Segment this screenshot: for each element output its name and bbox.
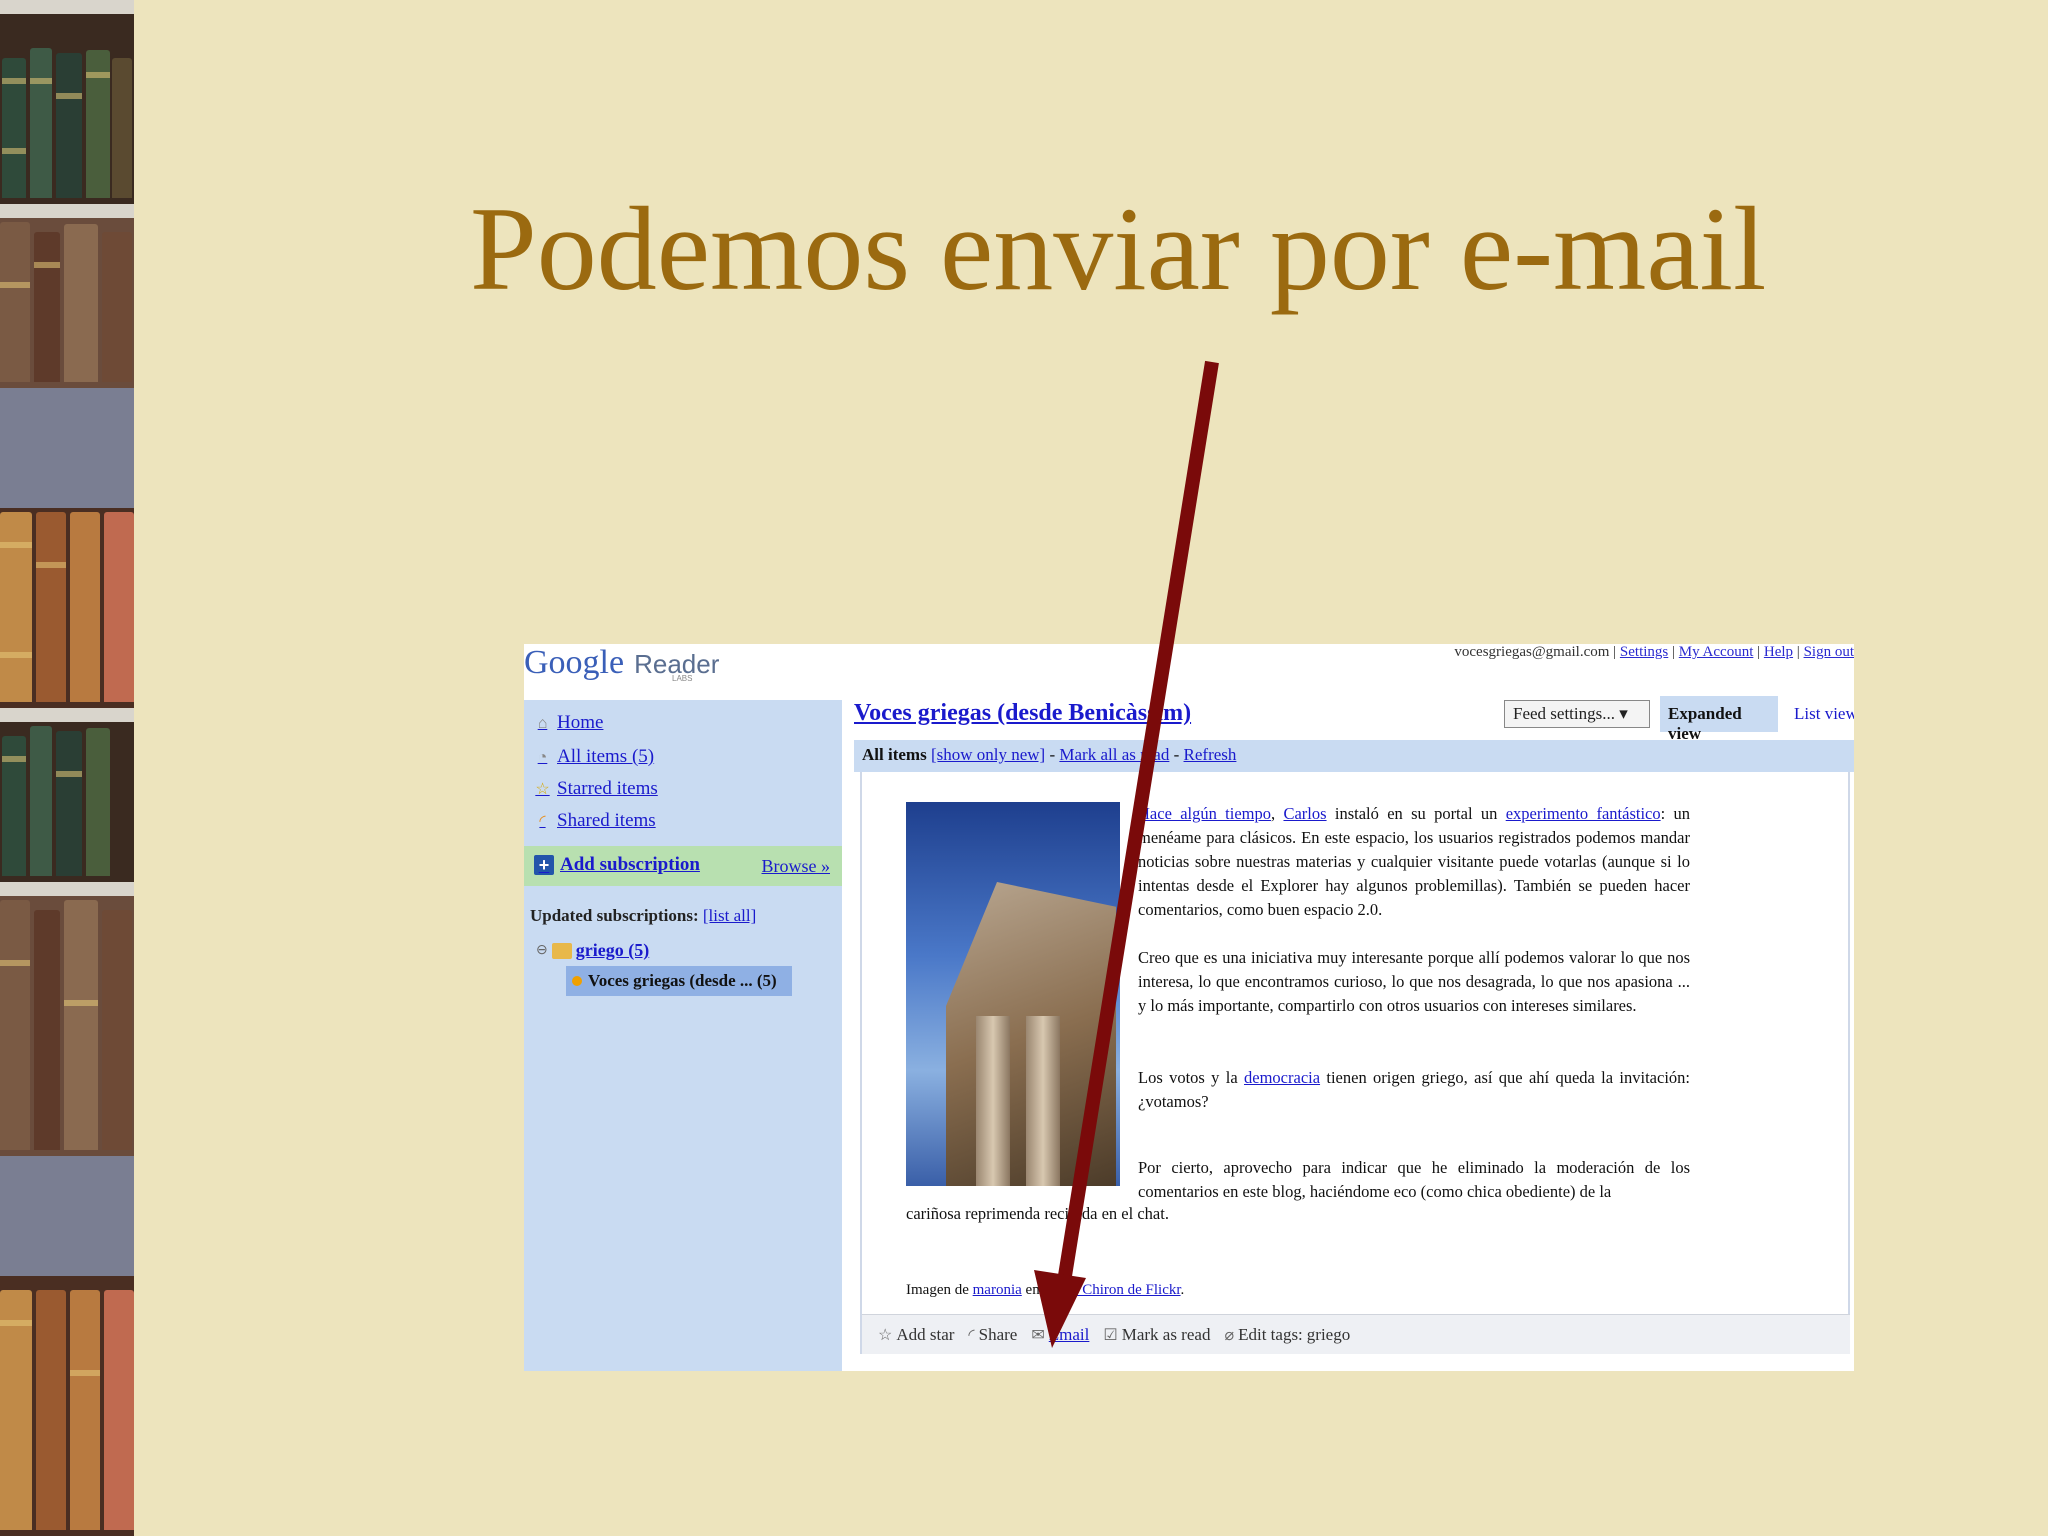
slide-title: Podemos enviar por e-mail [470,182,1767,315]
tab-list-view[interactable]: List view [1786,696,1854,732]
home-icon: ⌂ [537,714,548,732]
entry-paragraph-2: Creo que es una iniciativa muy interesan… [1138,948,1690,1015]
google-reader-logo: Google Reader LABS [524,644,720,683]
add-star-button[interactable]: ☆ Add star [878,1325,954,1345]
checkbox-icon: ☑ [1103,1326,1118,1344]
star-icon: ☆ [878,1326,893,1344]
feed-voces-griegas[interactable]: Voces griegas (desde ... (5) [566,966,792,996]
star-icon: ☆ [535,780,550,798]
add-subscription-button[interactable]: + Add subscription [534,854,700,876]
sign-out-link[interactable]: Sign out [1804,644,1854,660]
share-button[interactable]: ◜ Share [968,1325,1017,1345]
folder-griego[interactable]: ⊖ griego (5) [536,940,649,961]
share-icon: ◜ [968,1326,975,1344]
tab-expanded-view[interactable]: Expanded view [1660,696,1778,743]
entry-paragraph-4: Por cierto, aprovecho para indicar que h… [1138,1158,1690,1201]
sidebar: ⌂ Home ◔ All items (5) ☆ Starred items ◜ Sha… [524,700,842,1371]
refresh-link[interactable]: Refresh [1184,745,1237,764]
edit-tags-button[interactable]: ⌀ Edit tags: griego [1224,1325,1350,1345]
entry-card: Hace algún tiempo, Carlos instaló en su … [860,772,1850,1354]
feed-icon [572,976,582,986]
nav-home[interactable]: ⌂ Home [534,712,604,734]
settings-link[interactable]: Settings [1620,644,1668,660]
mark-as-read-button[interactable]: ☑ Mark as read [1103,1325,1210,1345]
feed-title[interactable]: Voces griegas (desde Benicàssim) [854,700,1191,727]
share-icon: ◜ [539,812,546,830]
nav-shared-items[interactable]: ◜ Shared items [534,810,655,832]
entry-actions: ☆ Add star ◜ Share ✉ Email ☑ Mark as read ⌀ E… [862,1314,1850,1354]
dropdown-arrow-icon: ▾ [1619,704,1628,723]
nav-all-items[interactable]: ◔ All items (5) [534,746,654,768]
items-toolbar: All items [show only new] - Mark all as … [854,740,1854,772]
nav-starred-items[interactable]: ☆ Starred items [534,778,657,800]
bookshelf-image [0,0,134,1536]
all-items-icon: ◔ [537,748,548,766]
reader-screenshot: Google Reader LABS vocesgriegas@gmail.com… [524,644,1854,1371]
entry-paragraph-1: Hace algún tiempo, Carlos instaló en su … [1138,804,1691,919]
tag-icon: ⌀ [1224,1326,1235,1344]
entry-paragraph-3: Los votos y la democracia tienen origen … [1138,1068,1690,1111]
add-subscription-bar: + Add subscription Browse » [524,846,842,886]
show-only-new-link[interactable]: [show only new] [931,745,1045,764]
my-account-link[interactable]: My Account [1679,644,1754,660]
top-links: vocesgriegas@gmail.com | Settings | My A… [1454,644,1854,660]
updated-subscriptions: Updated subscriptions: [list all] [530,906,757,925]
collapse-icon[interactable]: ⊖ [536,942,548,959]
help-link[interactable]: Help [1764,644,1793,660]
entry-paragraph-4-tail: cariñosa reprimenda recibida en el chat. [906,1204,1169,1223]
feed-settings-dropdown[interactable]: Feed settings... ▾ [1504,700,1650,728]
folder-icon [551,942,572,959]
plus-icon: + [534,855,554,875]
browse-link[interactable]: Browse » [762,856,831,877]
email-button[interactable]: ✉ Email [1031,1325,1089,1345]
entry-photo [906,802,1120,1186]
list-all-link[interactable]: [list all] [703,906,756,925]
envelope-icon: ✉ [1031,1326,1045,1344]
account-email: vocesgriegas@gmail.com [1454,644,1610,660]
tag-value: griego [1306,1324,1351,1344]
image-credit: Imagen de maronia en grupo Chiron de Fli… [906,1282,1185,1298]
mark-all-read-link[interactable]: Mark all as read [1059,745,1169,764]
